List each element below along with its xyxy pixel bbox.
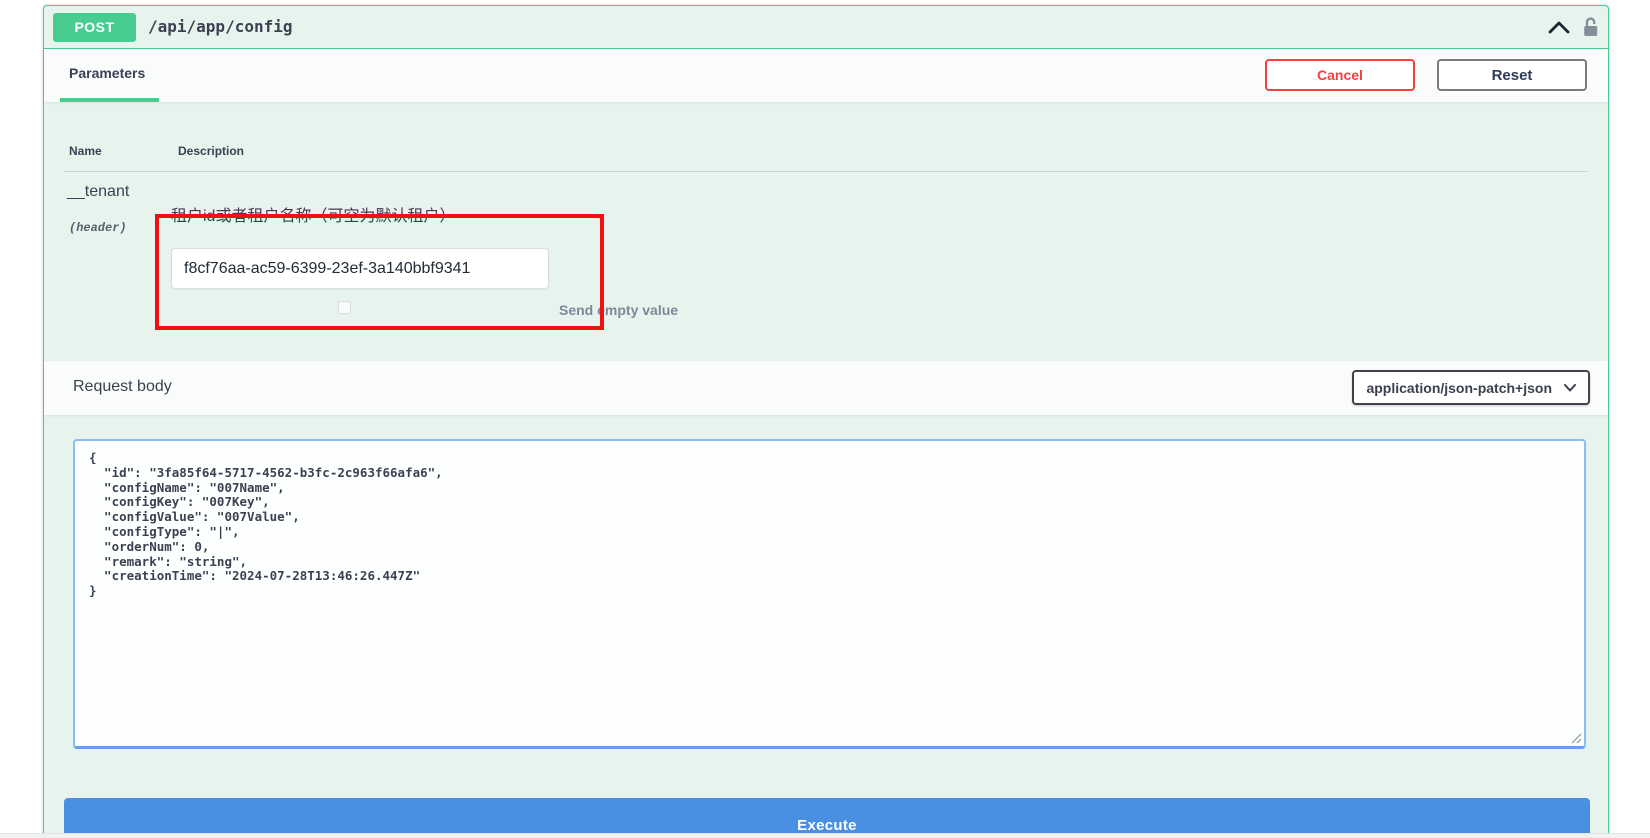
request-body-editor[interactable]: { "id": "3fa85f64-5717-4562-b3fc-2c963f6… [73,439,1586,749]
opblock-post: POST /api/app/config Parameters Cancel R… [43,5,1609,838]
swagger-try-it-out-screen: POST /api/app/config Parameters Cancel R… [0,0,1650,838]
send-empty-label: Send empty value [559,302,678,318]
method-badge: POST [53,13,136,42]
endpoint-path: /api/app/config [148,6,293,48]
lock-unlocked-icon[interactable] [1581,15,1601,39]
chevron-down-icon [1564,384,1576,392]
execute-button[interactable]: Execute [64,798,1590,838]
tab-parameters[interactable]: Parameters [69,65,145,81]
table-header-divider [64,171,1588,172]
content-type-value: application/json-patch+json [1366,380,1552,396]
operation-summary-bar[interactable]: POST /api/app/config [44,6,1608,49]
tenant-value-input[interactable] [171,248,549,289]
parameters-section-header: Parameters Cancel Reset [44,49,1608,102]
column-header-description: Description [178,144,244,158]
reset-button[interactable]: Reset [1437,59,1587,91]
request-body-label: Request body [73,378,172,396]
chevron-up-icon[interactable] [1547,19,1571,36]
resize-handle-icon[interactable] [1568,730,1584,746]
send-empty-checkbox[interactable] [338,301,351,314]
horizontal-scrollbar[interactable] [0,833,1650,838]
param-description: 租户id或者租户名称（可空为默认租户） [171,202,455,226]
parameters-table: Name Description __tenant (header) 租户id或… [44,102,1608,361]
request-body-section-header: Request body application/json-patch+json [44,361,1608,415]
content-type-select[interactable]: application/json-patch+json [1352,370,1590,405]
param-location: (header) [69,221,127,235]
cancel-button[interactable]: Cancel [1265,59,1415,91]
param-name-tenant: __tenant [67,182,141,201]
column-header-name: Name [69,144,102,158]
